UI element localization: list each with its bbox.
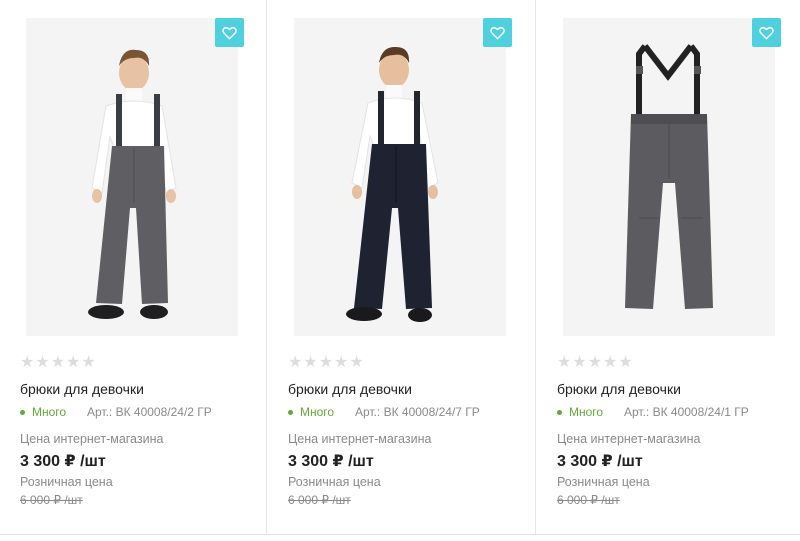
product-card[interactable]: ★ ★ ★ ★ ★ брюки для девочки Много Арт.: … <box>536 0 800 535</box>
product-photo-boy-gray <box>26 18 238 336</box>
favorite-button[interactable] <box>215 18 244 47</box>
stock-status: Много <box>557 405 603 419</box>
product-title[interactable]: брюки для девочки <box>557 381 681 397</box>
star-icon: ★ <box>587 354 603 371</box>
article-number: Арт.: ВК 40008/24/7 ГР <box>355 405 480 419</box>
article-number: Арт.: ВК 40008/24/2 ГР <box>87 405 212 419</box>
article-number: Арт.: ВК 40008/24/1 ГР <box>624 405 749 419</box>
heart-icon <box>222 26 237 39</box>
star-icon: ★ <box>318 354 334 371</box>
retail-price-label: Розничная цена <box>288 475 381 489</box>
retail-price-label: Розничная цена <box>20 475 113 489</box>
star-icon: ★ <box>81 354 96 371</box>
price-label: Цена интернет-магазина <box>557 432 701 446</box>
product-card[interactable]: ★ ★ ★ ★ ★ брюки для девочки Много Арт.: … <box>0 0 266 535</box>
star-icon: ★ <box>66 354 81 371</box>
grid-bottom-divider <box>0 534 800 535</box>
star-icon: ★ <box>303 354 318 371</box>
stock-status: Много <box>288 405 334 419</box>
star-icon: ★ <box>288 354 303 371</box>
star-icon: ★ <box>572 354 587 371</box>
star-icon: ★ <box>349 354 364 371</box>
product-grid: ★ ★ ★ ★ ★ брюки для девочки Много Арт.: … <box>0 0 800 541</box>
heart-icon <box>759 26 774 39</box>
favorite-button[interactable] <box>483 18 512 47</box>
stock-text: Много <box>569 405 604 419</box>
stock-dot-icon <box>20 409 25 415</box>
star-icon: ★ <box>50 354 66 371</box>
rating-stars[interactable]: ★ ★ ★ ★ ★ <box>20 355 96 371</box>
price: 3 300 ₽ /шт <box>20 453 106 470</box>
rating-stars[interactable]: ★ ★ ★ ★ ★ <box>557 355 633 371</box>
star-icon: ★ <box>35 354 50 371</box>
star-icon: ★ <box>618 354 633 371</box>
heart-icon <box>490 26 505 39</box>
product-card[interactable]: ★ ★ ★ ★ ★ брюки для девочки Много Арт.: … <box>267 0 535 535</box>
retail-price: 6 000 ₽ /шт <box>288 493 351 507</box>
price: 3 300 ₽ /шт <box>288 453 374 470</box>
stock-dot-icon <box>288 409 293 415</box>
rating-stars[interactable]: ★ ★ ★ ★ ★ <box>288 355 364 371</box>
star-icon: ★ <box>20 354 35 371</box>
price: 3 300 ₽ /шт <box>557 453 643 470</box>
stock-text: Много <box>32 405 67 419</box>
product-title[interactable]: брюки для девочки <box>288 381 412 397</box>
stock-status: Много <box>20 405 66 419</box>
stock-text: Много <box>300 405 335 419</box>
star-icon: ★ <box>334 354 349 371</box>
product-photo-boy-black <box>294 18 506 336</box>
favorite-button[interactable] <box>752 18 781 47</box>
stock-dot-icon <box>557 409 562 415</box>
price-label: Цена интернет-магазина <box>288 432 432 446</box>
retail-price: 6 000 ₽ /шт <box>20 493 83 507</box>
star-icon: ★ <box>603 354 618 371</box>
product-image[interactable] <box>294 18 506 336</box>
product-image[interactable] <box>26 18 238 336</box>
product-photo-trousers-flatlay <box>563 18 775 336</box>
retail-price: 6 000 ₽ /шт <box>557 493 620 507</box>
star-icon: ★ <box>557 354 572 371</box>
price-label: Цена интернет-магазина <box>20 432 164 446</box>
product-title[interactable]: брюки для девочки <box>20 381 144 397</box>
retail-price-label: Розничная цена <box>557 475 650 489</box>
product-image[interactable] <box>563 18 775 336</box>
